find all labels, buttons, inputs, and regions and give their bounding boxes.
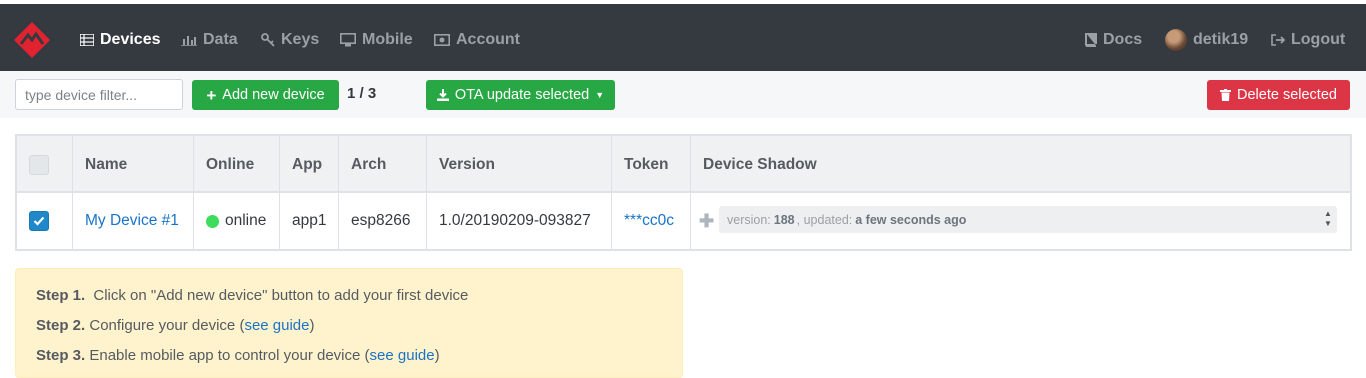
arch-cell: esp8266 bbox=[351, 212, 411, 229]
row-checkbox[interactable] bbox=[29, 211, 49, 231]
nav-user[interactable]: detik19 bbox=[1165, 4, 1248, 75]
step-1-label: Step 1. bbox=[36, 287, 86, 304]
step-2-guide-link[interactable]: see guide bbox=[244, 317, 309, 334]
nav-devices-label: Devices bbox=[100, 30, 161, 48]
online-status-dot bbox=[206, 214, 219, 228]
nav-logout-label: Logout bbox=[1291, 30, 1346, 48]
getting-started-steps: Step 1. Click on "Add new device" button… bbox=[15, 268, 683, 378]
toolbar: + Add new device 1 / 3 OTA update select… bbox=[0, 71, 1366, 118]
step-1: Step 1. Click on "Add new device" button… bbox=[36, 287, 468, 304]
brand-logo[interactable] bbox=[14, 22, 50, 58]
device-count: 1 / 3 bbox=[347, 85, 377, 102]
token-link[interactable]: ***cc0c bbox=[624, 193, 674, 249]
column-divider bbox=[426, 136, 427, 249]
header-online[interactable]: Online bbox=[206, 136, 254, 193]
nav-data[interactable]: Data bbox=[181, 4, 238, 75]
header-token[interactable]: Token bbox=[624, 136, 669, 193]
step-3-label: Step 3. bbox=[36, 347, 86, 364]
step-3-text: Enable mobile app to control your device… bbox=[89, 347, 370, 364]
key-icon bbox=[261, 32, 275, 47]
header-version[interactable]: Version bbox=[439, 136, 495, 193]
nav-data-label: Data bbox=[203, 30, 238, 48]
step-2: Step 2. Configure your device (see guide… bbox=[36, 317, 315, 334]
online-status-cell: online bbox=[206, 193, 266, 249]
step-3-guide-link[interactable]: see guide bbox=[370, 347, 435, 364]
expand-shadow-icon[interactable]: ✚ bbox=[699, 193, 714, 249]
delete-selected-button[interactable]: Delete selected bbox=[1207, 80, 1350, 110]
device-shadow-field[interactable]: version: 188 , updated: a few seconds ag… bbox=[719, 206, 1337, 233]
table-row[interactable]: My Device #1 online app1 esp8266 1.0/201… bbox=[17, 193, 1350, 249]
add-new-device-button[interactable]: + Add new device bbox=[192, 80, 339, 110]
device-name-link[interactable]: My Device #1 bbox=[85, 193, 179, 249]
top-navbar: Devices Data Keys Mobile Account Docs de… bbox=[0, 0, 1366, 71]
nav-mobile-label: Mobile bbox=[362, 30, 413, 48]
column-divider bbox=[72, 136, 73, 249]
step-1-text: Click on "Add new device" button to add … bbox=[93, 287, 469, 304]
header-arch[interactable]: Arch bbox=[351, 136, 386, 193]
download-icon bbox=[436, 89, 449, 101]
column-divider bbox=[611, 136, 612, 249]
shadow-updated-value: a few seconds ago bbox=[855, 212, 967, 227]
header-device-shadow[interactable]: Device Shadow bbox=[703, 136, 817, 193]
online-status-label: online bbox=[225, 212, 267, 229]
spinner-arrows-icon[interactable]: ▲ ▼ bbox=[1323, 209, 1333, 229]
nav-keys[interactable]: Keys bbox=[261, 4, 319, 75]
shadow-version-label: version: bbox=[727, 212, 771, 227]
device-filter-input[interactable] bbox=[15, 79, 183, 110]
header-app[interactable]: App bbox=[292, 136, 322, 193]
monitor-icon bbox=[340, 32, 356, 46]
step-2-close-paren: ) bbox=[309, 317, 315, 334]
column-divider bbox=[279, 136, 280, 249]
nav-mobile[interactable]: Mobile bbox=[340, 4, 413, 75]
shadow-version-value: 188 bbox=[773, 212, 795, 227]
money-icon bbox=[434, 33, 450, 46]
add-new-device-label: Add new device bbox=[222, 87, 325, 103]
ota-update-selected-button[interactable]: OTA update selected ▼ bbox=[426, 80, 615, 110]
ota-update-label: OTA update selected bbox=[454, 87, 590, 103]
select-all-cell bbox=[29, 136, 49, 193]
nav-logout[interactable]: Logout bbox=[1271, 4, 1345, 75]
app-cell: app1 bbox=[292, 212, 327, 229]
column-divider bbox=[690, 136, 691, 249]
version-cell: 1.0/20190209-093827 bbox=[439, 212, 591, 229]
shadow-updated-label: , updated: bbox=[796, 212, 853, 227]
table-header-row: Name Online App Arch Version Token Devic… bbox=[17, 136, 1350, 193]
nav-docs-label: Docs bbox=[1103, 30, 1143, 48]
step-3-close-paren: ) bbox=[434, 347, 440, 364]
row-select-cell bbox=[29, 193, 49, 249]
devices-table: Name Online App Arch Version Token Devic… bbox=[15, 134, 1352, 251]
plus-icon: + bbox=[206, 85, 217, 105]
check-icon bbox=[33, 216, 45, 226]
bar-chart-icon bbox=[181, 35, 197, 46]
column-divider bbox=[338, 136, 339, 249]
nav-devices[interactable]: Devices bbox=[80, 4, 161, 75]
list-icon bbox=[80, 33, 94, 46]
delete-selected-label: Delete selected bbox=[1237, 87, 1337, 103]
step-3: Step 3. Enable mobile app to control you… bbox=[36, 347, 440, 364]
nav-account-label: Account bbox=[456, 30, 520, 48]
step-2-label: Step 2. bbox=[36, 317, 86, 334]
select-all-checkbox[interactable] bbox=[29, 154, 49, 175]
nav-docs[interactable]: Docs bbox=[1084, 4, 1142, 75]
header-name[interactable]: Name bbox=[85, 136, 127, 193]
nav-keys-label: Keys bbox=[281, 30, 320, 48]
logout-icon bbox=[1271, 33, 1285, 46]
nav-account[interactable]: Account bbox=[434, 4, 520, 75]
nav-user-label: detik19 bbox=[1193, 30, 1249, 48]
avatar bbox=[1165, 28, 1187, 51]
book-icon bbox=[1085, 32, 1097, 47]
step-2-text: Configure your device ( bbox=[89, 317, 245, 334]
trash-icon bbox=[1220, 89, 1232, 101]
column-divider bbox=[193, 136, 194, 249]
caret-down-icon: ▼ bbox=[595, 90, 605, 100]
